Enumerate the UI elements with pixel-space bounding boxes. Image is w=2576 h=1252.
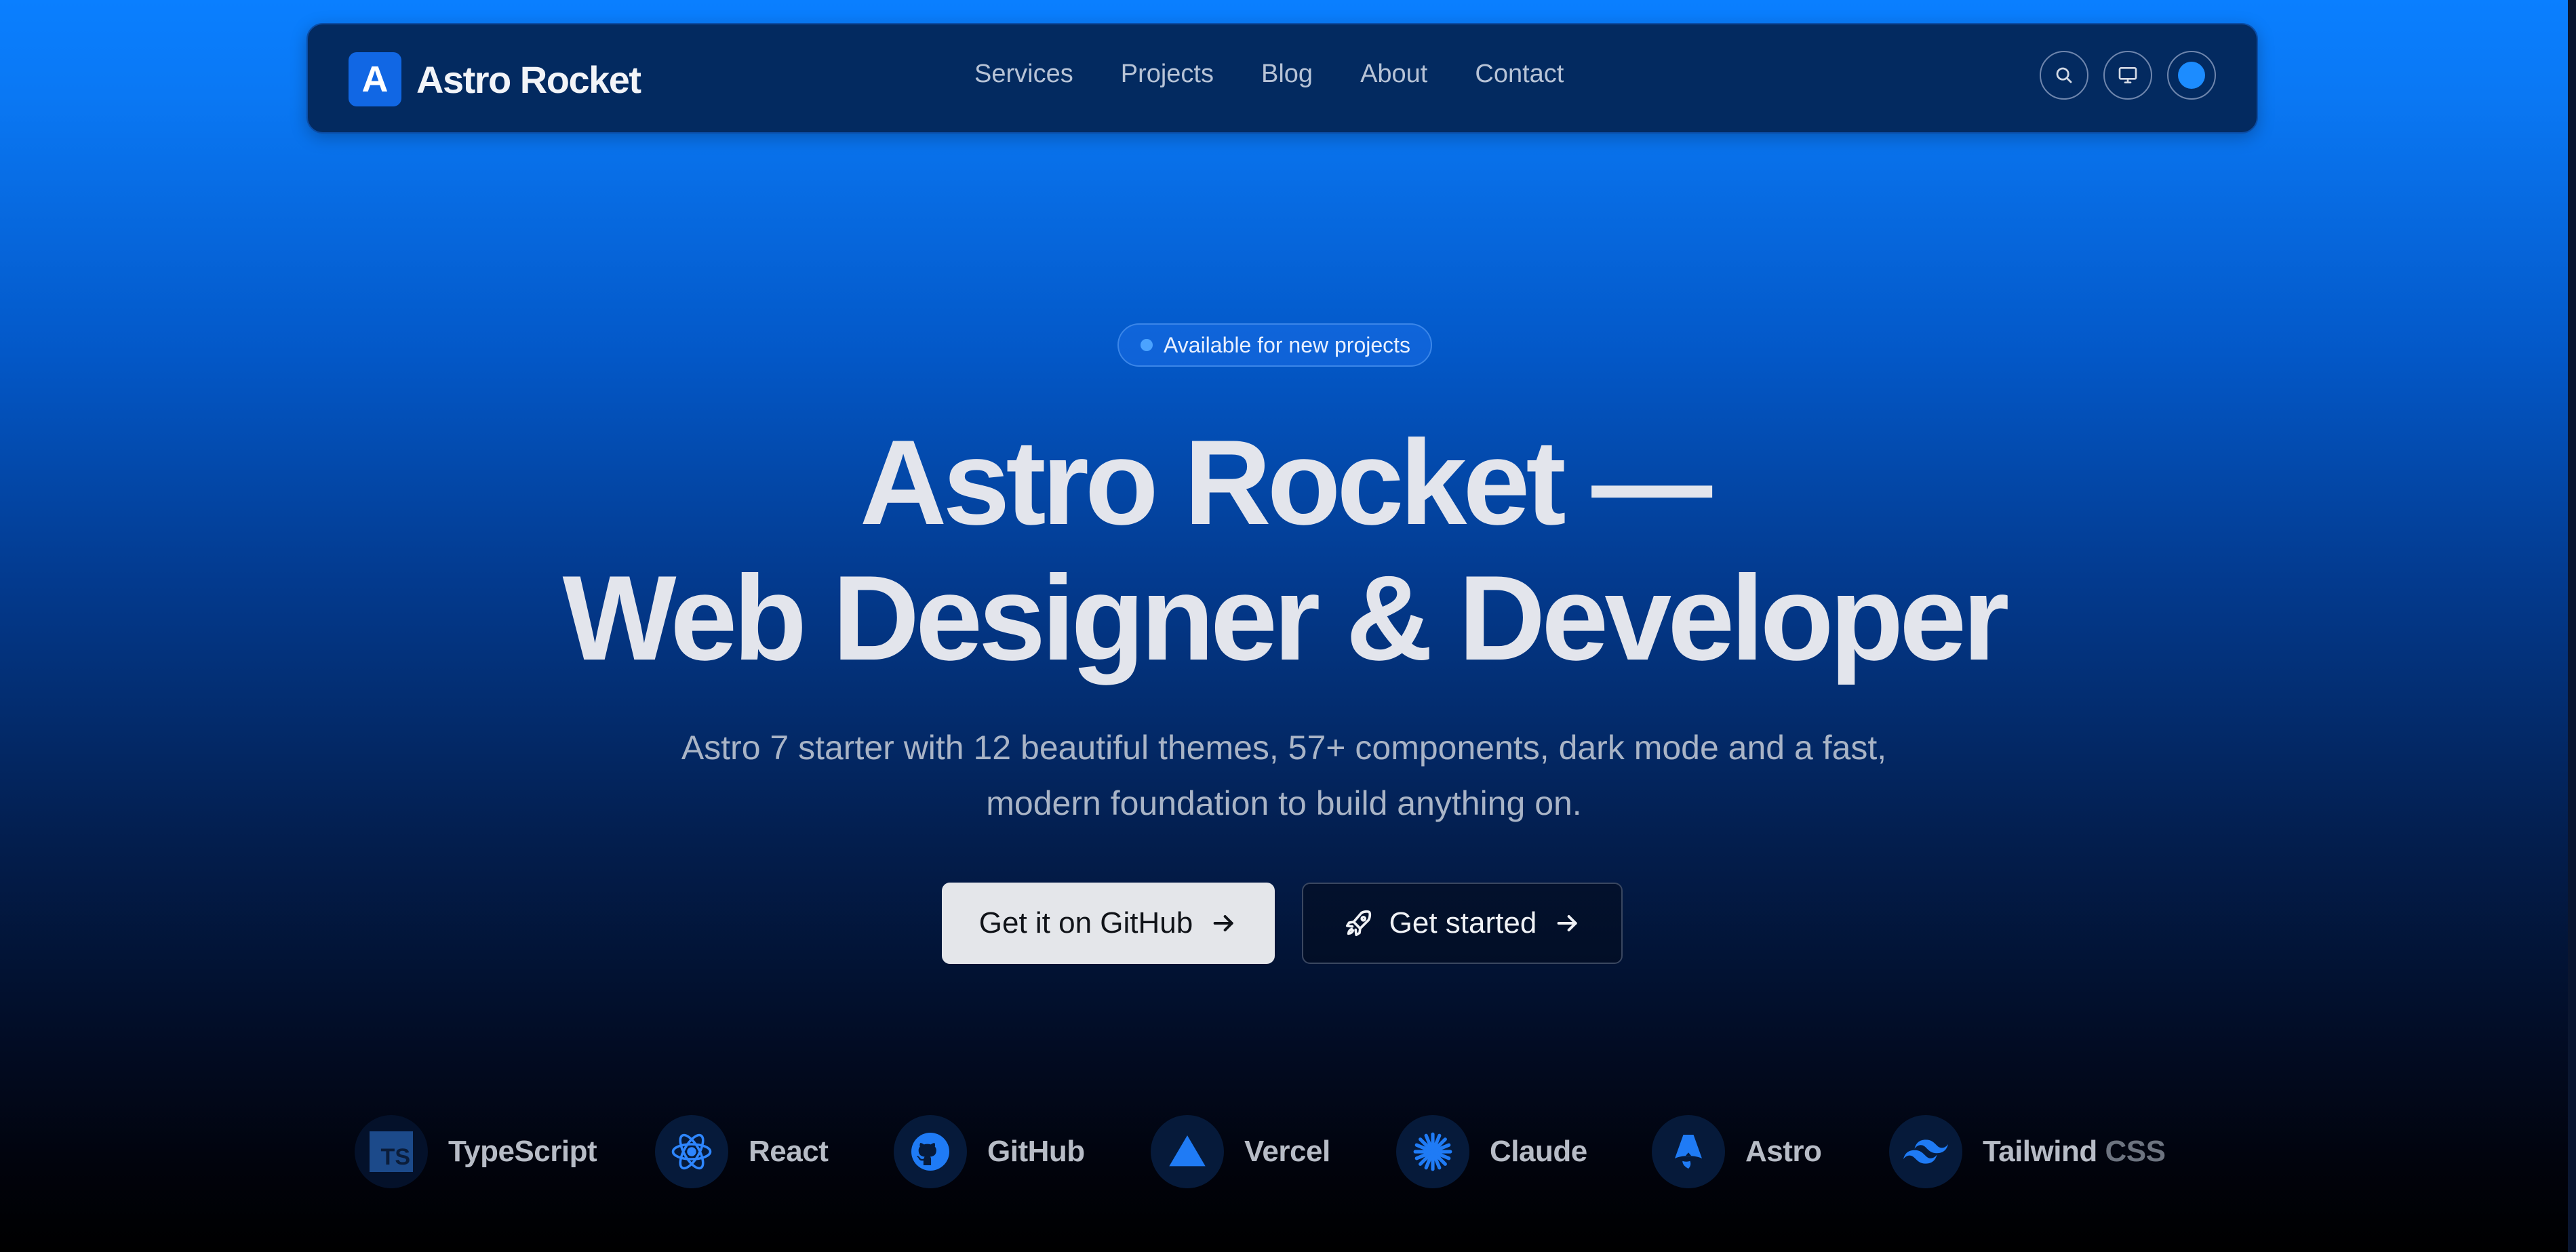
- nav-link-projects[interactable]: Projects: [1121, 60, 1214, 89]
- tech-label-astro: Astro: [1745, 1135, 1822, 1168]
- hero-title-line-2: Web Designer & Developer: [562, 550, 2010, 685]
- tech-label-claude: Claude: [1490, 1135, 1587, 1168]
- claude-icon: [1396, 1115, 1469, 1188]
- vercel-icon: [1151, 1115, 1224, 1188]
- hero-title-line-1: Astro Rocket —: [859, 415, 1712, 550]
- astro-icon: [1652, 1115, 1725, 1188]
- search-icon: [2056, 67, 2072, 83]
- arrow-right-icon: [1554, 910, 1581, 937]
- theme-color-icon: [2178, 62, 2205, 89]
- tech-item-claude: Claude: [1396, 1114, 1587, 1190]
- tailwind-icon: [1889, 1115, 1962, 1188]
- nav-link-blog[interactable]: Blog: [1261, 60, 1313, 89]
- hero-subtitle: Astro 7 starter with 12 beautiful themes…: [0, 720, 2568, 831]
- tech-label-react: React: [749, 1135, 829, 1168]
- availability-badge-text: Available for new projects: [1164, 332, 1411, 357]
- rocket-icon: [1343, 908, 1374, 939]
- theme-color-button[interactable]: [2167, 51, 2216, 100]
- get-started-button[interactable]: Get started: [1302, 883, 1623, 964]
- display-mode-button[interactable]: [2103, 51, 2152, 100]
- nav-link-contact[interactable]: Contact: [1475, 60, 1564, 89]
- tech-item-typescript: TS TypeScript: [355, 1114, 597, 1190]
- search-button[interactable]: [2040, 51, 2088, 100]
- tech-label-tailwind-suffix: CSS: [2105, 1135, 2166, 1168]
- tech-item-tailwind: Tailwind CSS: [1889, 1114, 2166, 1190]
- typescript-icon: TS: [355, 1115, 428, 1188]
- get-it-on-github-button[interactable]: Get it on GitHub: [942, 883, 1275, 964]
- tech-label-tailwind-name: Tailwind: [1983, 1135, 2097, 1168]
- hero-title: Astro Rocket — Web Designer & Developer: [0, 415, 2568, 686]
- nav-link-about[interactable]: About: [1360, 60, 1427, 89]
- status-dot-icon: [1141, 339, 1153, 351]
- tech-item-github: GitHub: [894, 1114, 1085, 1190]
- hero-subtitle-line-2: modern foundation to build anything on.: [986, 784, 1582, 822]
- get-it-on-github-label: Get it on GitHub: [978, 906, 1193, 940]
- brand-name: Astro Rocket: [416, 58, 641, 101]
- tech-item-astro: Astro: [1652, 1114, 1822, 1190]
- brand-logo-icon: A: [349, 52, 401, 106]
- tech-label-tailwind: Tailwind CSS: [1983, 1135, 2166, 1169]
- hero-subtitle-line-1: Astro 7 starter with 12 beautiful themes…: [681, 729, 1887, 767]
- get-started-label: Get started: [1389, 906, 1537, 940]
- tech-label-vercel: Vercel: [1244, 1135, 1330, 1168]
- nav-actions: [2025, 51, 2216, 100]
- react-icon: [655, 1115, 728, 1188]
- github-icon: [894, 1115, 967, 1188]
- brand-home-link[interactable]: A Astro Rocket: [349, 52, 641, 106]
- tech-label-typescript: TypeScript: [448, 1135, 597, 1168]
- availability-badge: Available for new projects: [1117, 323, 1433, 367]
- tech-label-github: GitHub: [987, 1135, 1085, 1168]
- tech-item-react: React: [655, 1114, 829, 1190]
- page-scrollbar[interactable]: [2568, 0, 2576, 1252]
- tech-item-vercel: Vercel: [1151, 1114, 1330, 1190]
- nav-link-services[interactable]: Services: [974, 60, 1073, 89]
- arrow-right-icon: [1210, 910, 1237, 937]
- monitor-icon: [2118, 67, 2137, 83]
- top-navigation-bar: A Astro Rocket Services Projects Blog Ab…: [306, 23, 2258, 134]
- main-nav-links: Services Projects Blog About Contact: [974, 60, 1564, 89]
